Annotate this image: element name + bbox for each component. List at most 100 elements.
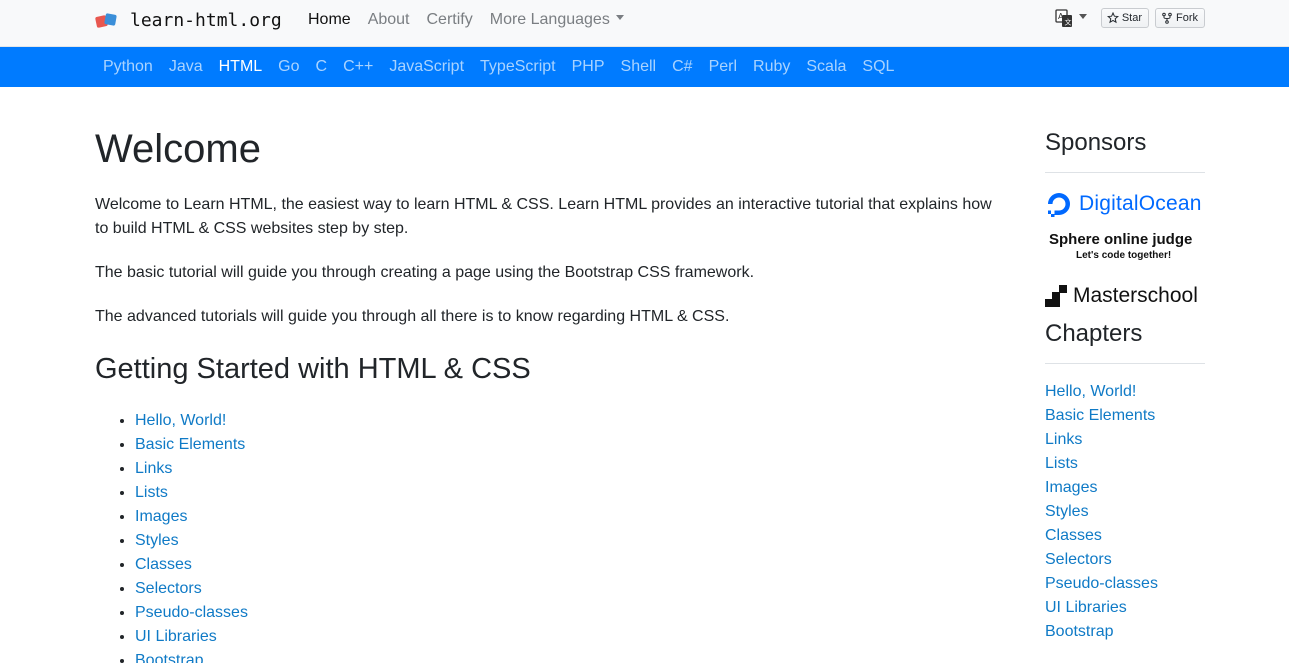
list-item: Styles <box>1045 500 1205 524</box>
list-item: Styles <box>135 529 1005 553</box>
top-nav: Home About Certify More Languages <box>308 9 641 31</box>
advanced-tutorial-paragraph: The advanced tutorials will guide you th… <box>95 308 730 325</box>
chapters-title: Chapters <box>1045 320 1143 347</box>
digitalocean-label: DigitalOcean <box>1079 192 1202 215</box>
svg-text:A: A <box>1058 12 1064 21</box>
chevron-down-icon <box>615 15 624 21</box>
sidebar-chapter-basic-elements[interactable]: Basic Elements <box>1045 407 1155 424</box>
intro-paragraph: Welcome to Learn HTML, the easiest way t… <box>95 196 992 237</box>
list-item: Bootstrap <box>1045 620 1205 644</box>
list-item: Hello, World! <box>135 409 1005 433</box>
chapter-link-links[interactable]: Links <box>135 460 172 477</box>
brand-name: learn-html.org <box>130 9 282 31</box>
main-content: Welcome Welcome to Learn HTML, the easie… <box>95 120 1005 663</box>
masterschool-logo-icon <box>1045 285 1067 307</box>
list-item: Links <box>1045 428 1205 452</box>
top-navbar: learn-html.org Home About Certify More L… <box>0 0 1289 47</box>
language-chevron-down-icon[interactable] <box>1078 13 1087 19</box>
basic-tutorial-paragraph: The basic tutorial will guide you throug… <box>95 264 755 281</box>
nav-certify[interactable]: Certify <box>427 9 473 31</box>
lang-html[interactable]: HTML <box>219 57 263 77</box>
list-item: Classes <box>135 553 1005 577</box>
chapter-link-pseudo-classes[interactable]: Pseudo-classes <box>135 604 248 621</box>
lang-javascript[interactable]: JavaScript <box>389 57 464 77</box>
svg-text:文: 文 <box>1064 18 1071 27</box>
sidebar-chapter-hello-world[interactable]: Hello, World! <box>1045 383 1136 400</box>
sidebar-chapter-selectors[interactable]: Selectors <box>1045 551 1112 568</box>
list-item: UI Libraries <box>1045 596 1205 620</box>
learn-html-logo-icon <box>94 12 118 29</box>
list-item: Basic Elements <box>1045 404 1205 428</box>
chapter-link-selectors[interactable]: Selectors <box>135 580 202 597</box>
sidebar-chapter-list: Hello, World! Basic Elements Links Lists… <box>1045 380 1205 644</box>
section-title: Getting Started with HTML & CSS <box>95 353 531 385</box>
chapter-link-basic-elements[interactable]: Basic Elements <box>135 436 245 453</box>
github-fork-label: Fork <box>1176 12 1198 24</box>
sponsor-sphere-online-judge[interactable]: Sphere online judge Let's code together! <box>1045 227 1205 267</box>
sidebar-chapter-bootstrap[interactable]: Bootstrap <box>1045 623 1113 640</box>
sidebar-chapter-links[interactable]: Links <box>1045 431 1082 448</box>
chapter-link-ui-libraries[interactable]: UI Libraries <box>135 628 217 645</box>
lang-java[interactable]: Java <box>169 57 203 77</box>
lang-go[interactable]: Go <box>278 57 299 77</box>
lang-scala[interactable]: Scala <box>806 57 846 77</box>
sponsor-masterschool[interactable]: Masterschool <box>1045 283 1205 309</box>
list-item: Pseudo-classes <box>1045 572 1205 596</box>
list-item: Selectors <box>135 577 1005 601</box>
chapter-link-lists[interactable]: Lists <box>135 484 168 501</box>
list-item: Hello, World! <box>1045 380 1205 404</box>
lang-python[interactable]: Python <box>103 57 153 77</box>
lang-ruby[interactable]: Ruby <box>753 57 790 77</box>
list-item: Selectors <box>1045 548 1205 572</box>
list-item: Links <box>135 457 1005 481</box>
fork-icon <box>1162 12 1172 24</box>
chapter-link-hello-world[interactable]: Hello, World! <box>135 412 226 429</box>
sidebar-chapter-classes[interactable]: Classes <box>1045 527 1102 544</box>
chapter-link-bootstrap[interactable]: Bootstrap <box>135 652 203 663</box>
lang-cpp[interactable]: C++ <box>343 57 373 77</box>
nav-more-languages-label: More Languages <box>489 11 610 28</box>
sidebar-chapter-styles[interactable]: Styles <box>1045 503 1089 520</box>
soj-title: Sphere online judge <box>1049 231 1193 248</box>
chapter-list: Hello, World! Basic Elements Links Lists… <box>95 409 1005 663</box>
lang-php[interactable]: PHP <box>572 57 605 77</box>
page-title: Welcome <box>95 127 261 171</box>
chapter-link-styles[interactable]: Styles <box>135 532 179 549</box>
nav-home[interactable]: Home <box>308 9 351 31</box>
brand-link[interactable]: learn-html.org <box>94 6 282 34</box>
list-item: Lists <box>1045 452 1205 476</box>
github-star-button[interactable]: Star <box>1100 8 1149 28</box>
sponsors-title: Sponsors <box>1045 129 1147 156</box>
list-item: UI Libraries <box>135 625 1005 649</box>
masterschool-label: Masterschool <box>1073 284 1198 307</box>
list-item: Images <box>1045 476 1205 500</box>
list-item: Basic Elements <box>135 433 1005 457</box>
sidebar-chapter-ui-libraries[interactable]: UI Libraries <box>1045 599 1127 616</box>
digitalocean-logo-icon <box>1048 193 1070 217</box>
list-item: Lists <box>135 481 1005 505</box>
lang-c[interactable]: C <box>316 57 328 77</box>
sidebar-chapter-lists[interactable]: Lists <box>1045 455 1078 472</box>
sidebar: Sponsors DigitalOcean Sphere online judg… <box>1045 126 1205 644</box>
star-icon <box>1106 12 1119 24</box>
sidebar-chapter-images[interactable]: Images <box>1045 479 1097 496</box>
lang-csharp[interactable]: C# <box>672 57 692 77</box>
sidebar-chapter-pseudo-classes[interactable]: Pseudo-classes <box>1045 575 1158 592</box>
divider <box>1045 172 1205 173</box>
github-star-label: Star <box>1121 12 1142 24</box>
chapter-link-classes[interactable]: Classes <box>135 556 192 573</box>
nav-more-languages-dropdown[interactable]: More Languages <box>490 9 624 31</box>
list-item: Classes <box>1045 524 1205 548</box>
lang-shell[interactable]: Shell <box>621 57 657 77</box>
lang-sql[interactable]: SQL <box>862 57 894 77</box>
soj-tagline: Let's code together! <box>1076 250 1172 261</box>
chapter-link-images[interactable]: Images <box>135 508 187 525</box>
lang-typescript[interactable]: TypeScript <box>480 57 556 77</box>
right-tools: A 文 Star Fork <box>1055 8 1205 28</box>
translate-icon[interactable]: A 文 <box>1055 8 1073 28</box>
sponsor-digitalocean[interactable]: DigitalOcean <box>1045 189 1205 219</box>
github-fork-button[interactable]: Fork <box>1155 8 1205 28</box>
nav-about[interactable]: About <box>368 9 410 31</box>
lang-perl[interactable]: Perl <box>709 57 737 77</box>
list-item: Bootstrap <box>135 649 1005 663</box>
